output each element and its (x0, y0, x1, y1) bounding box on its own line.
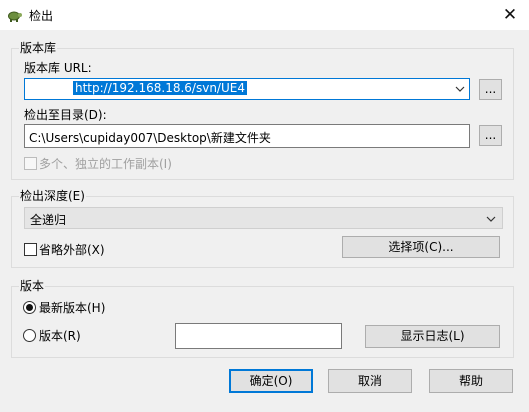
independent-copy-checkbox[interactable] (24, 157, 37, 170)
cancel-button[interactable]: 取消 (328, 369, 412, 393)
browse-dir-button[interactable]: ... (479, 125, 502, 146)
ok-button[interactable]: 确定(O) (229, 369, 313, 393)
browse-url-button[interactable]: ... (479, 79, 502, 100)
url-label: 版本库 URL: (24, 61, 92, 75)
head-revision-label: 最新版本(H) (39, 301, 106, 315)
checkout-dir-field[interactable]: C:\Users\cupiday007\Desktop\新建文件夹 (24, 124, 470, 148)
checkout-dir-label: 检出至目录(D): (24, 108, 107, 122)
revision-field[interactable] (175, 323, 342, 349)
omit-externals-checkbox[interactable] (24, 243, 37, 256)
revision-label: 版本(R) (39, 329, 81, 343)
depth-group-label: 检出深度(E) (19, 189, 86, 203)
omit-externals-label: 省略外部(X) (39, 243, 105, 257)
chevron-down-icon[interactable] (455, 84, 465, 94)
show-log-button[interactable]: 显示日志(L) (365, 325, 500, 348)
depth-selected: 全递归 (30, 213, 67, 227)
close-icon[interactable]: ✕ (499, 4, 521, 26)
help-button[interactable]: 帮助 (429, 369, 513, 393)
checkout-dir-value: C:\Users\cupiday007\Desktop\新建文件夹 (29, 131, 271, 145)
title-bar (0, 0, 529, 30)
depth-dropdown[interactable]: 全递归 (24, 207, 503, 229)
chevron-down-icon (486, 216, 496, 222)
tortoise-icon (8, 11, 22, 22)
revision-radio[interactable] (23, 329, 36, 342)
independent-copy-label: 多个、独立的工作副本(I) (39, 157, 172, 171)
head-revision-radio[interactable] (23, 301, 36, 314)
choose-items-button[interactable]: 选择项(C)... (342, 236, 500, 258)
revision-group-label: 版本 (19, 279, 46, 293)
window-title: 检出 (29, 9, 54, 23)
url-value: http://192.168.18.6/svn/UE4 (73, 81, 247, 95)
url-combobox[interactable]: http://192.168.18.6/svn/UE4 (24, 78, 470, 100)
repository-group-label: 版本库 (19, 41, 58, 55)
